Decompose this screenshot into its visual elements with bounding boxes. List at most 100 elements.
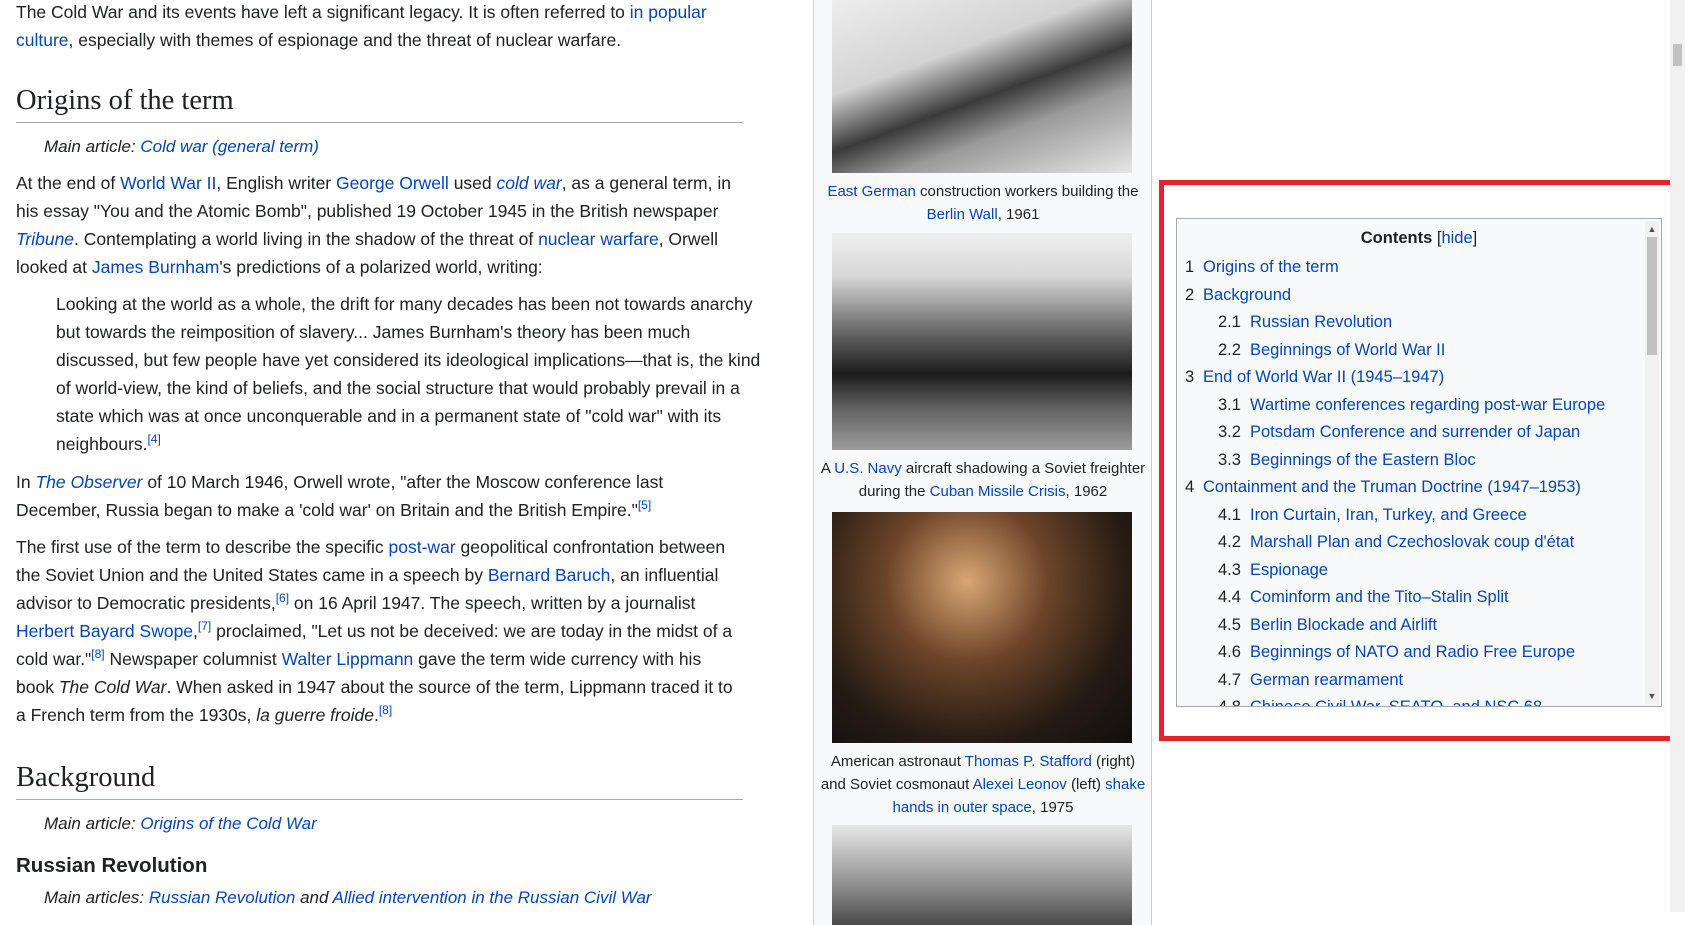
toc-item[interactable]: 4.7 German rearmament — [1177, 667, 1661, 695]
text-run: In — [16, 472, 36, 493]
toc-item-number: 4.2 — [1218, 533, 1241, 551]
toc-item[interactable]: 4.4 Cominform and the Tito–Stalin Split — [1177, 584, 1661, 612]
text-run: , 1975 — [1031, 799, 1074, 816]
toc-item-link[interactable]: Wartime conferences regarding post-war E… — [1250, 396, 1605, 414]
citation-link[interactable]: [4] — [147, 432, 160, 446]
toc-item[interactable]: 3.3 Beginnings of the Eastern Bloc — [1177, 447, 1661, 475]
toc-item-link[interactable]: End of World War II (1945–1947) — [1203, 368, 1444, 386]
inline-link[interactable]: post-war — [389, 537, 456, 557]
inline-link[interactable]: Bernard Baruch — [488, 565, 611, 585]
toc-item-link[interactable]: Cominform and the Tito–Stalin Split — [1250, 588, 1509, 606]
text-run: on 16 April 1947. The speech, written by… — [289, 593, 696, 614]
hatnote-label: Main article: — [44, 137, 141, 157]
berlin-wall-photo[interactable] — [832, 0, 1132, 173]
inline-link[interactable]: Berlin Wall — [927, 206, 998, 223]
toc-item-link[interactable]: Origins of the term — [1203, 258, 1339, 276]
toc-item[interactable]: 2.2 Beginnings of World War II — [1177, 337, 1661, 365]
inline-link[interactable]: Walter Lippmann — [282, 649, 414, 669]
inline-link[interactable]: James Burnham — [92, 257, 219, 277]
page-scroll-thumb[interactable] — [1673, 44, 1682, 66]
toc-item-link[interactable]: Marshall Plan and Czechoslovak coup d'ét… — [1250, 533, 1574, 551]
text-run: construction workers building the — [915, 183, 1139, 200]
text-run: At the end of — [16, 173, 121, 194]
orwell-quote: Looking at the world as a whole, the dri… — [56, 290, 771, 458]
toc-item-link[interactable]: Containment and the Truman Doctrine (194… — [1203, 478, 1581, 496]
toc-item-link[interactable]: German rearmament — [1250, 671, 1403, 689]
inline-link[interactable]: Tribune — [16, 229, 74, 249]
toc-item[interactable]: 4.8 Chinese Civil War, SEATO, and NSC 68 — [1177, 694, 1661, 707]
toc-item-link[interactable]: Russian Revolution — [1250, 313, 1392, 331]
toc-scroll-thumb[interactable] — [1647, 237, 1657, 355]
toc-item[interactable]: 1 Origins of the term — [1177, 254, 1661, 282]
toc-item[interactable]: 4.5 Berlin Blockade and Airlift — [1177, 612, 1661, 640]
warship-photo[interactable] — [832, 825, 1132, 925]
inline-link[interactable]: nuclear warfare — [538, 229, 659, 249]
toc-title: Contents [hide] — [1177, 229, 1661, 248]
page-scrollbar[interactable] — [1670, 0, 1685, 912]
citation-link[interactable]: [7] — [198, 619, 211, 633]
toc-item[interactable]: 2.1 Russian Revolution — [1177, 309, 1661, 337]
toc-item-link[interactable]: Berlin Blockade and Airlift — [1250, 616, 1437, 634]
toc-item-number: 4.1 — [1218, 505, 1241, 524]
apollo-soyuz-photo[interactable] — [832, 512, 1132, 743]
toc-item-link[interactable]: Background — [1203, 286, 1291, 304]
hatnote-link[interactable]: Allied intervention in the Russian Civil… — [333, 888, 652, 907]
intro-paragraph: The Cold War and its events have left a … — [16, 0, 731, 54]
toc-item-link[interactable]: Beginnings of World War II — [1250, 341, 1445, 359]
toc-item[interactable]: 3.1 Wartime conferences regarding post-wa… — [1177, 392, 1661, 420]
toc-item-number: 2.1 — [1218, 313, 1241, 331]
toc-item[interactable]: 4.2 Marshall Plan and Czechoslovak coup d… — [1177, 529, 1661, 557]
toc-item-number: 4.8 — [1218, 698, 1241, 707]
toc-item-number: 2 — [1185, 285, 1195, 304]
toc-item[interactable]: 3.2 Potsdam Conference and surrender of J… — [1177, 419, 1661, 447]
intro-text: The Cold War and its events have left a … — [16, 2, 630, 22]
hatnote-link[interactable]: Origins of the Cold War — [140, 814, 316, 833]
toc-item[interactable]: 4 Containment and the Truman Doctrine (19… — [1177, 474, 1661, 502]
origins-paragraph-1: At the end of World War II, English writ… — [16, 169, 746, 281]
toc-item-number: 3.3 — [1218, 450, 1241, 469]
toc-item-link[interactable]: Chinese Civil War, SEATO, and NSC 68 — [1250, 698, 1542, 706]
inline-link[interactable]: World War II — [120, 173, 216, 193]
toc-item[interactable]: 4.1 Iron Curtain, Iran, Turkey, and Greec… — [1177, 502, 1661, 530]
toc-item[interactable]: 4.6 Beginnings of NATO and Radio Free Eur… — [1177, 639, 1661, 667]
toc-scrollbar[interactable]: ▲ ▼ — [1645, 221, 1659, 704]
inline-link[interactable]: Alexei Leonov — [973, 776, 1067, 793]
section-heading-origins: Origins of the term — [16, 82, 743, 124]
toc-item-link[interactable]: Beginnings of the Eastern Bloc — [1250, 451, 1476, 469]
inline-link[interactable]: The Observer — [35, 472, 142, 492]
text-run: used — [448, 173, 497, 194]
toc-item-number: 4.6 — [1218, 643, 1241, 661]
inline-link[interactable]: George Orwell — [336, 173, 449, 193]
toc-item-number: 2.2 — [1218, 340, 1241, 359]
inline-link[interactable]: Cuban Missile Crisis — [930, 483, 1066, 500]
citation-link[interactable]: [8] — [91, 647, 104, 661]
toc-item-link[interactable]: Espionage — [1250, 561, 1328, 579]
cuban-missile-crisis-photo[interactable] — [832, 233, 1132, 450]
citation-link[interactable]: [8] — [379, 703, 392, 717]
toc-item-number: 1 — [1185, 258, 1195, 276]
toc-item[interactable]: 2 Background — [1177, 282, 1661, 310]
toc-item-link[interactable]: Potsdam Conference and surrender of Japa… — [1250, 423, 1580, 441]
toc-hide-link[interactable]: hide — [1441, 229, 1472, 247]
hatnote-link[interactable]: Cold war (general term) — [140, 137, 319, 156]
scroll-up-arrow-icon[interactable]: ▲ — [1645, 223, 1659, 235]
inline-link[interactable]: U.S. Navy — [834, 460, 902, 477]
citation-link[interactable]: [6] — [276, 591, 289, 605]
gallery-caption: A U.S. Navy aircraft shadowing a Soviet … — [820, 457, 1146, 503]
inline-link[interactable]: Herbert Bayard Swope — [16, 621, 193, 641]
quote-text: Looking at the world as a whole, the dri… — [56, 294, 761, 455]
toc-item-link[interactable]: Beginnings of NATO and Radio Free Europe — [1250, 643, 1575, 661]
text-run: , 1961 — [997, 206, 1040, 223]
citation-link[interactable]: [5] — [638, 498, 651, 512]
hatnote-label: Main articles: — [44, 888, 149, 908]
text-run: (left) — [1066, 776, 1106, 793]
inline-link[interactable]: East German — [828, 183, 916, 200]
inline-link[interactable]: cold war — [497, 173, 562, 193]
hatnote-link[interactable]: Russian Revolution — [149, 888, 295, 907]
toc-item[interactable]: 3 End of World War II (1945–1947) — [1177, 364, 1661, 392]
scroll-down-arrow-icon[interactable]: ▼ — [1645, 690, 1659, 702]
toc-toggle: [hide] — [1436, 229, 1478, 247]
inline-link[interactable]: Thomas P. Stafford — [965, 753, 1092, 770]
toc-item[interactable]: 4.3 Espionage — [1177, 557, 1661, 585]
toc-item-link[interactable]: Iron Curtain, Iran, Turkey, and Greece — [1250, 506, 1527, 524]
